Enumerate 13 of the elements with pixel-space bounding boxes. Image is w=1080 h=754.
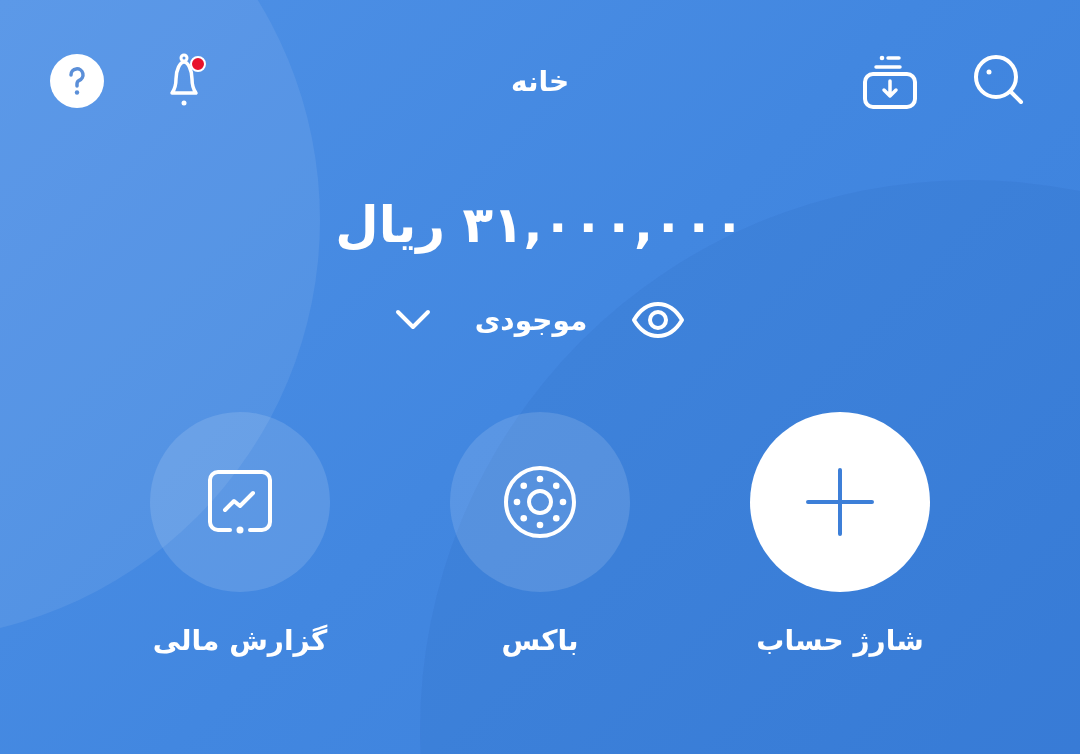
help-icon[interactable]	[50, 54, 104, 108]
eye-icon[interactable]	[631, 302, 686, 338]
chevron-down-icon[interactable]	[394, 309, 431, 331]
balance-label: موجودی	[474, 303, 588, 337]
plus-icon	[805, 467, 875, 537]
page-title: خانه	[510, 64, 570, 98]
download-tray-icon[interactable]	[860, 53, 920, 109]
action-label: باکس	[501, 624, 579, 657]
action-label: شارژ حساب	[756, 624, 924, 657]
dotted-ring-icon	[503, 465, 577, 539]
action-label: گزارش مالی	[152, 624, 328, 657]
chart-icon	[206, 468, 274, 536]
balance-amount: ۳۱,۰۰۰,۰۰۰ ریال	[334, 196, 746, 254]
